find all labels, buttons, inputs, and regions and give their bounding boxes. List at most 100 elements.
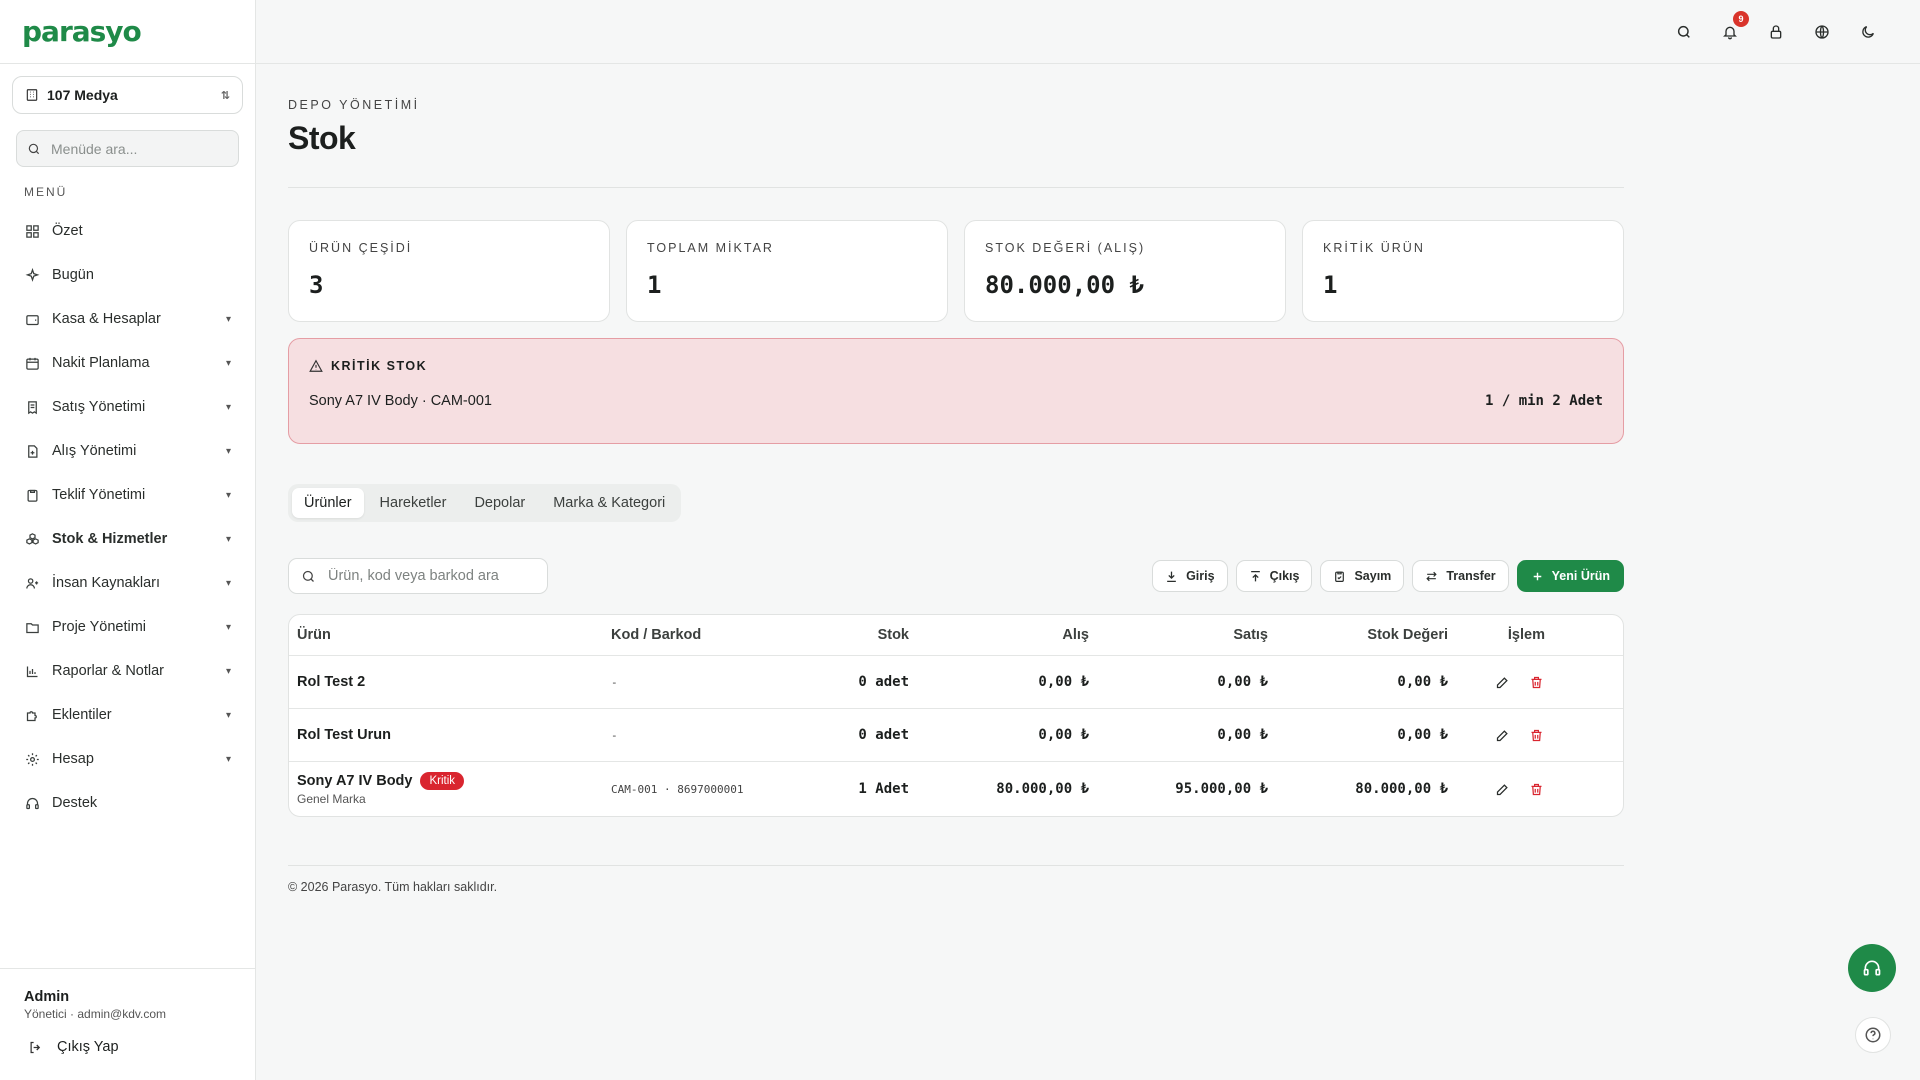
sidebar-item-label: Stok & Hizmetler <box>52 531 168 547</box>
table-row[interactable]: Rol Test 2 - 0 adet 0,00 ₺ 0,00 ₺ 0,00 ₺ <box>289 655 1623 708</box>
sidebar-item-stok[interactable]: Stok & Hizmetler ▾ <box>0 517 255 561</box>
trash-icon[interactable] <box>1527 673 1545 691</box>
chevron-down-icon: ▾ <box>225 313 231 325</box>
puzzle-icon <box>24 707 40 723</box>
tab-depolar[interactable]: Depolar <box>462 488 537 518</box>
stat-label: TOPLAM MİKTAR <box>647 241 774 255</box>
product-buy-price: 0,00 ₺ <box>1038 727 1089 743</box>
receipt-icon <box>24 399 40 415</box>
bell-icon[interactable]: 9 <box>1718 11 1749 44</box>
sidebar-item-destek[interactable]: Destek <box>0 781 255 825</box>
trash-icon[interactable] <box>1527 780 1545 798</box>
col-header-satis[interactable]: Satış <box>1089 627 1268 643</box>
sidebar-item-alis[interactable]: Alış Yönetimi ▾ <box>0 429 255 473</box>
edit-icon[interactable] <box>1493 673 1511 691</box>
product-name-line: Sony A7 IV Body Kritik <box>297 772 611 790</box>
upload-icon <box>1250 570 1260 581</box>
download-icon <box>1167 571 1176 582</box>
logo[interactable]: parasyo <box>22 15 142 48</box>
sparkle-icon <box>24 267 40 283</box>
lock-icon[interactable] <box>1764 20 1788 44</box>
table-header: Ürün Kod / Barkod Stok Alış Satış Stok D… <box>289 615 1623 655</box>
sidebar-item-bugun[interactable]: Bugün <box>0 253 255 297</box>
notification-badge: 9 <box>1733 11 1749 27</box>
stock-in-button[interactable]: Giriş <box>1152 560 1228 592</box>
headset-icon <box>1863 960 1881 976</box>
chevron-down-icon: ▾ <box>225 489 231 501</box>
chevron-down-icon: ▾ <box>225 753 231 765</box>
col-header-alis[interactable]: Alış <box>909 627 1089 643</box>
logout-label: Çıkış Yap <box>57 1039 119 1055</box>
col-header-stok-degeri[interactable]: Stok Değeri <box>1268 627 1448 643</box>
user-meta: Yönetici · admin@kdv.com <box>24 1007 167 1021</box>
stock-count-button[interactable]: Sayım <box>1320 560 1405 592</box>
moon-icon[interactable] <box>1856 20 1880 44</box>
product-sell-price: 0,00 ₺ <box>1217 727 1268 743</box>
edit-icon[interactable] <box>1493 780 1511 798</box>
sidebar-item-satis[interactable]: Satış Yönetimi ▾ <box>0 385 255 429</box>
stat-card: TOPLAM MİKTAR 1 <box>626 220 948 322</box>
sidebar-item-ozet[interactable]: Özet <box>0 209 255 253</box>
stat-value: 1 <box>1323 271 1338 299</box>
button-label: Sayım <box>1354 569 1392 583</box>
search-icon <box>302 570 314 582</box>
col-header-kod[interactable]: Kod / Barkod <box>611 627 789 643</box>
table-row[interactable]: Sony A7 IV Body Kritik Genel Marka CAM-0… <box>289 761 1623 816</box>
sidebar-item-label: Nakit Planlama <box>52 355 150 371</box>
clipboard-icon <box>24 487 40 503</box>
sidebar-item-ik[interactable]: İnsan Kaynakları ▾ <box>0 561 255 605</box>
globe-icon[interactable] <box>1810 20 1834 44</box>
sidebar-item-label: Satış Yönetimi <box>52 399 146 415</box>
sidebar-item-nakit[interactable]: Nakit Planlama ▾ <box>0 341 255 385</box>
products-table: Ürün Kod / Barkod Stok Alış Satış Stok D… <box>288 614 1624 817</box>
stat-label: STOK DEĞERİ (ALIŞ) <box>985 241 1146 255</box>
sidebar-item-teklif[interactable]: Teklif Yönetimi ▾ <box>0 473 255 517</box>
help-button[interactable] <box>1855 1017 1891 1053</box>
col-header-urun[interactable]: Ürün <box>289 627 611 643</box>
support-chat-button[interactable] <box>1848 944 1896 992</box>
breadcrumb: DEPO YÖNETİMİ <box>288 98 420 112</box>
edit-icon[interactable] <box>1493 726 1511 744</box>
menu-label: MENÜ <box>24 185 68 199</box>
main-content: DEPO YÖNETİMİ Stok ÜRÜN ÇEŞİDİ 3 TOPLAM … <box>288 64 1624 894</box>
boxes-icon <box>24 531 40 547</box>
stock-out-button[interactable]: Çıkış <box>1235 560 1313 592</box>
sidebar-item-label: Proje Yönetimi <box>52 619 147 635</box>
table-row[interactable]: Rol Test Urun - 0 adet 0,00 ₺ 0,00 ₺ 0,0… <box>289 708 1623 761</box>
company-switcher[interactable]: 107 Medya ⇅ <box>12 76 243 114</box>
logo-bar: parasyo <box>0 0 255 64</box>
sidebar-item-eklentiler[interactable]: Eklentiler ▾ <box>0 693 255 737</box>
transfer-button[interactable]: Transfer <box>1412 560 1509 592</box>
building-icon <box>26 89 38 101</box>
sidebar-item-proje[interactable]: Proje Yönetimi ▾ <box>0 605 255 649</box>
product-stock-value: 0,00 ₺ <box>1397 674 1448 690</box>
product-search-input[interactable] <box>328 568 528 584</box>
product-search[interactable] <box>288 558 548 594</box>
sidebar-item-label: Özet <box>52 223 83 239</box>
product-stock-value: 0,00 ₺ <box>1397 727 1448 743</box>
sidebar-item-hesap[interactable]: Hesap ▾ <box>0 737 255 781</box>
sidebar-item-kasa[interactable]: Kasa & Hesaplar ▾ <box>0 297 255 341</box>
logout-button[interactable]: Çıkış Yap <box>28 1039 231 1055</box>
menu-search[interactable] <box>16 130 239 167</box>
new-product-button[interactable]: Yeni Ürün <box>1516 560 1624 592</box>
col-header-stok[interactable]: Stok <box>789 627 909 643</box>
product-name: Rol Test 2 <box>297 674 366 690</box>
grid-icon <box>24 223 40 239</box>
menu-search-input[interactable] <box>51 140 211 157</box>
search-icon[interactable] <box>1672 20 1696 44</box>
headset-icon <box>24 795 40 811</box>
tab-marka-kategori[interactable]: Marka & Kategori <box>541 488 677 518</box>
chevron-down-icon: ▾ <box>225 665 231 677</box>
product-stock: 0 adet <box>858 727 909 743</box>
gear-icon <box>24 751 40 767</box>
sidebar-item-label: Hesap <box>52 751 94 767</box>
trash-icon[interactable] <box>1527 726 1545 744</box>
product-stock: 0 adet <box>858 674 909 690</box>
user-box: Admin Yönetici · admin@kdv.com Çıkış Yap <box>0 968 255 1080</box>
sidebar-item-label: Bugün <box>52 267 94 283</box>
sidebar-item-raporlar[interactable]: Raporlar & Notlar ▾ <box>0 649 255 693</box>
tab-hareketler[interactable]: Hareketler <box>368 488 459 518</box>
button-label: Yeni Ürün <box>1551 569 1610 583</box>
tab-urunler[interactable]: Ürünler <box>292 488 364 518</box>
